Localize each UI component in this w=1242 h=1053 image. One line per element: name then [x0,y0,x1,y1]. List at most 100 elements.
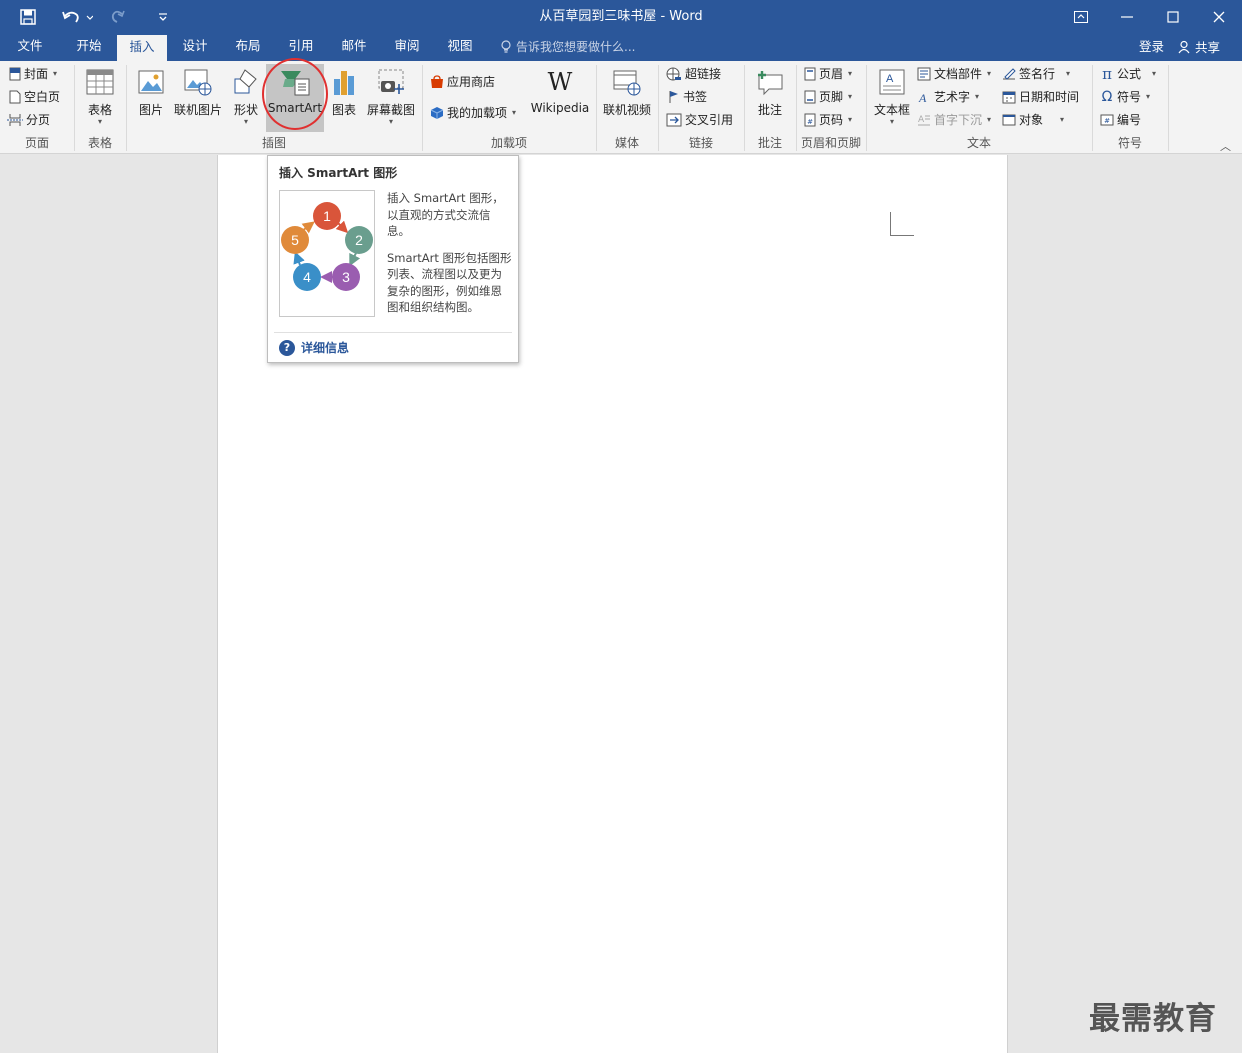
tab-home[interactable]: 开始 [64,33,114,61]
tab-file[interactable]: 文件 [6,33,54,61]
svg-text:#: # [1104,117,1110,125]
online-picture-label: 联机图片 [173,103,222,117]
svg-text:2: 2 [355,232,363,248]
comment-button[interactable]: 批注 [748,65,792,133]
symbol-button[interactable]: Ω 符号 ▾ [1100,87,1150,107]
online-video-button[interactable]: 联机视频 [600,65,654,133]
blank-page-label: 空白页 [24,90,61,104]
online-video-icon [613,70,641,96]
svg-text:3: 3 [342,269,350,285]
page-number-button[interactable]: # 页码 ▾ [804,110,852,130]
picture-button[interactable]: 图片 [132,65,170,133]
my-addins-label: 我的加载项 [447,106,508,120]
ribbon: 封面 ▾ 空白页 分页 页面 表格 ▾ 表格 图片 联机图片 形状 ▾ Smart… [0,61,1242,154]
shapes-icon [234,69,257,94]
tell-me-placeholder: 告诉我您想要做什么... [516,39,636,54]
cross-reference-icon [666,113,682,127]
tooltip-title: 插入 SmartArt 图形 [279,166,398,180]
footer-button[interactable]: 页脚 ▾ [804,87,852,107]
cover-page-icon [9,67,21,81]
chart-button[interactable]: 图表 [326,65,362,133]
signature-icon [1003,68,1016,80]
bookmark-icon [669,91,678,103]
store-button[interactable]: 应用商店 [430,72,495,92]
textbox-button[interactable]: A 文本框 ▾ [870,65,914,133]
group-label-illustrations: 插图 [261,136,286,150]
table-label: 表格 [87,103,112,117]
group-label-comments: 批注 [757,136,782,150]
signature-line-button[interactable]: 签名行 ▾ [1002,64,1070,84]
svg-text:A: A [918,115,925,125]
hyperlink-icon [666,67,681,81]
dropcap-label: 首字下沉 [934,113,983,127]
svg-text:A: A [918,91,927,104]
tab-review[interactable]: 审阅 [382,33,432,61]
page-number-label: 页码 [819,113,844,127]
object-button[interactable]: 对象 ▾ [1002,110,1064,130]
group-label-addins: 加载项 [490,136,527,150]
textbox-label: 文本框 [873,103,910,117]
tab-insert[interactable]: 插入 [117,35,167,61]
date-time-button[interactable]: 日期和时间 [1002,87,1079,107]
tab-view[interactable]: 视图 [435,33,485,61]
group-label-header-footer: 页眉和页脚 [800,136,861,150]
save-icon[interactable] [14,0,42,33]
cross-reference-button[interactable]: 交叉引用 [666,110,733,130]
minimize-icon[interactable] [1104,0,1150,33]
store-icon [431,75,443,88]
equation-button[interactable]: π 公式 ▾ [1100,64,1156,84]
calendar-icon [1002,91,1016,104]
hyperlink-label: 超链接 [685,67,722,81]
header-button[interactable]: 页眉 ▾ [804,64,852,84]
tab-mailings[interactable]: 邮件 [329,33,379,61]
group-label-media: 媒体 [614,136,639,150]
undo-icon[interactable] [58,0,96,33]
addins-icon [430,107,444,119]
cover-page-button[interactable]: 封面 ▾ [9,64,57,84]
shapes-button[interactable]: 形状 ▾ [227,65,265,133]
maximize-icon[interactable] [1150,0,1196,33]
close-icon[interactable] [1196,0,1242,33]
tell-me-more-link[interactable]: ? 详细信息 [279,339,349,356]
table-button[interactable]: 表格 ▾ [78,65,122,133]
share-button[interactable]: 共享 [1178,35,1220,59]
cycle-node-5: 5 [281,226,309,254]
tell-me-box[interactable]: 告诉我您想要做什么... [500,33,635,61]
number-icon: # [1100,114,1114,126]
svg-text:A: A [886,73,894,85]
cycle-node-4: 4 [293,263,321,291]
customize-qat-icon[interactable] [154,0,172,33]
smartart-preview-image: 1 2 3 4 5 [279,190,375,317]
chart-icon [334,71,354,95]
bookmark-label: 书签 [683,90,708,104]
wikipedia-icon: W [547,68,573,96]
cover-page-label: 封面 [24,67,49,81]
footer-icon [804,90,816,104]
quick-parts-button[interactable]: 文档部件 ▾ [917,64,991,84]
ribbon-display-options-icon[interactable] [1058,0,1104,33]
online-picture-button[interactable]: 联机图片 [172,65,224,133]
login-link[interactable]: 登录 [1139,33,1164,61]
blank-page-button[interactable]: 空白页 [9,87,60,107]
dropcap-button[interactable]: A 首字下沉 ▾ [917,110,991,130]
tab-references[interactable]: 引用 [276,33,326,61]
collapse-ribbon-icon[interactable]: ︿ [1220,138,1231,154]
hyperlink-button[interactable]: 超链接 [666,64,721,84]
tab-layout[interactable]: 布局 [223,33,273,61]
number-button[interactable]: # 编号 [1100,110,1141,130]
cycle-node-3: 3 [332,263,360,291]
my-addins-button[interactable]: 我的加载项 ▾ [430,103,516,123]
wordart-button[interactable]: A 艺术字 ▾ [917,87,979,107]
share-label: 共享 [1195,39,1221,55]
omega-icon: Ω [1101,89,1113,105]
screenshot-icon [378,69,404,94]
signature-label: 签名行 [1019,67,1056,81]
bookmark-button[interactable]: 书签 [668,87,707,107]
wikipedia-button[interactable]: W Wikipedia [528,65,592,133]
cycle-node-1: 1 [313,202,341,230]
redo-icon[interactable] [106,0,130,33]
tab-design[interactable]: 设计 [170,33,220,61]
screenshot-button[interactable]: 屏幕截图 ▾ [364,65,418,133]
page-break-button[interactable]: 分页 [7,110,50,130]
header-label: 页眉 [819,67,844,81]
